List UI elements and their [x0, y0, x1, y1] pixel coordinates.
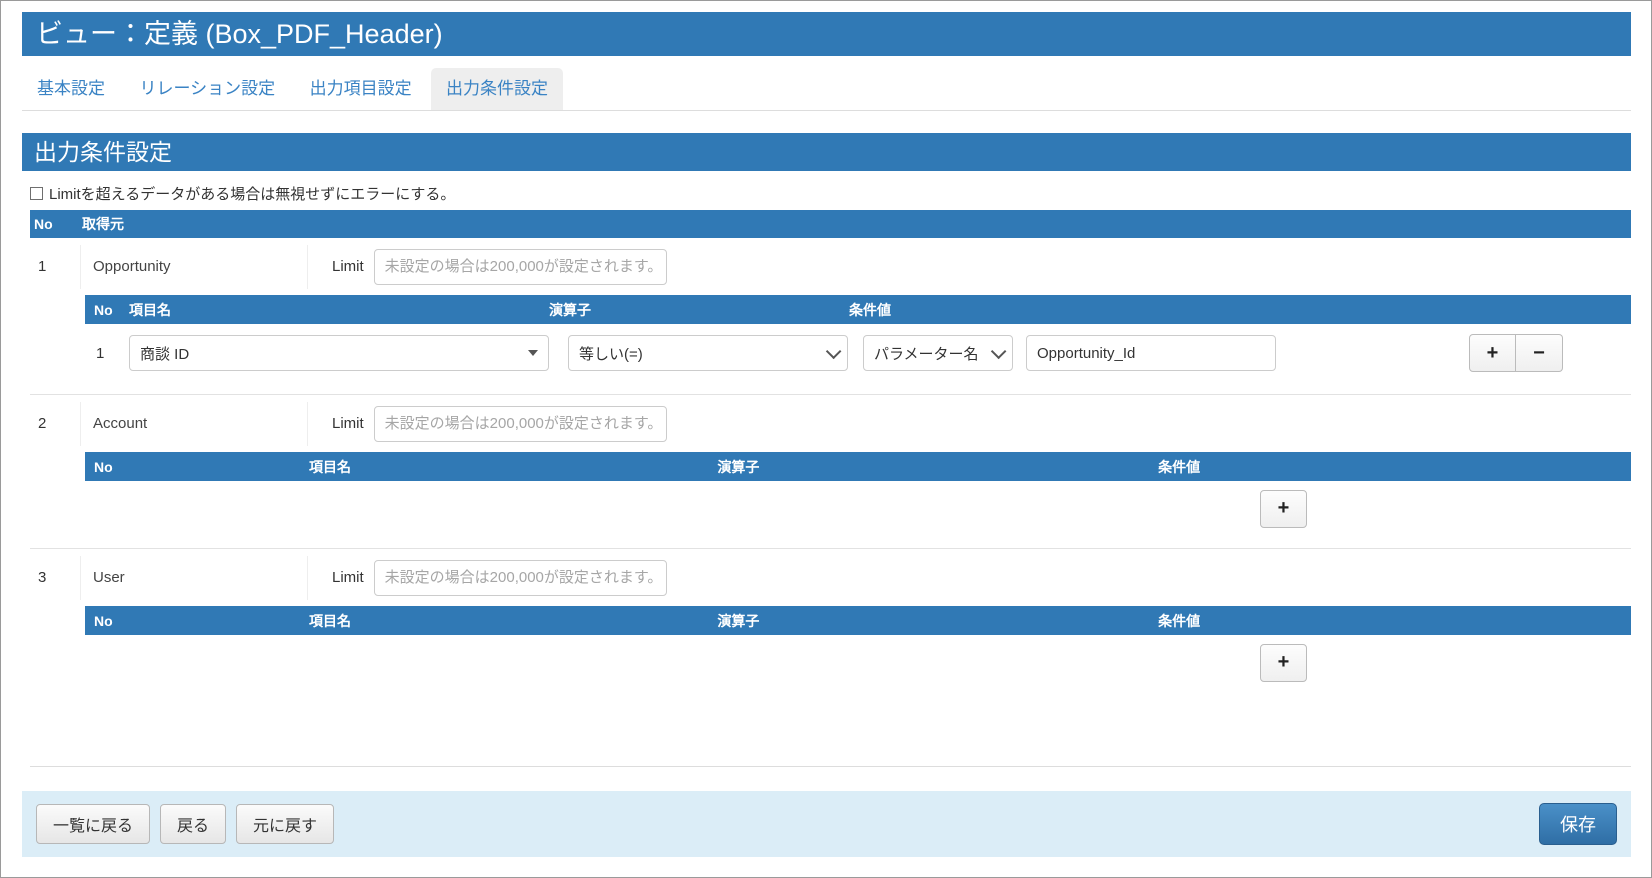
- chevron-down-icon: [991, 343, 1007, 359]
- chevron-down-icon: [826, 343, 842, 359]
- limit-input[interactable]: [374, 249, 667, 285]
- source-block: 1 Opportunity Limit No 項目名 演算子 条件値 1 商談 …: [30, 238, 1631, 395]
- condition-table-header: No 項目名 演算子 条件値: [85, 452, 1631, 481]
- condition-value-input[interactable]: [1026, 335, 1276, 371]
- source-row-name: Opportunity: [80, 245, 308, 289]
- limit-input[interactable]: [374, 560, 667, 596]
- tab-basic-settings[interactable]: 基本設定: [22, 68, 120, 110]
- column-header-value: 条件値: [1158, 457, 1631, 477]
- source-row: 3 User Limit: [30, 549, 1631, 606]
- source-table: No 取得元 1 Opportunity Limit No 項目名 演算子 条件…: [30, 210, 1631, 702]
- operator-select[interactable]: 等しい(=): [568, 335, 848, 371]
- tab-relation-settings[interactable]: リレーション設定: [124, 68, 290, 110]
- column-header-no: No: [85, 613, 309, 629]
- save-button[interactable]: 保存: [1539, 803, 1617, 845]
- footer-divider: [30, 766, 1631, 767]
- value-kind-select[interactable]: パラメーター名: [863, 335, 1013, 371]
- condition-row-buttons: + −: [1469, 334, 1563, 372]
- source-row-no: 1: [30, 258, 80, 275]
- tab-bar: 基本設定 リレーション設定 出力項目設定 出力条件設定: [22, 68, 1631, 111]
- source-table-header: No 取得元: [30, 210, 1631, 238]
- field-name-select[interactable]: 商談 ID: [129, 335, 549, 371]
- limit-label: Limit: [332, 258, 364, 275]
- column-header-operator: 演算子: [717, 457, 1158, 477]
- add-condition-button[interactable]: +: [1260, 490, 1307, 528]
- limit-error-checkbox[interactable]: [30, 187, 43, 200]
- tab-output-item-settings[interactable]: 出力項目設定: [295, 68, 427, 110]
- source-row: 1 Opportunity Limit: [30, 238, 1631, 295]
- condition-table: No 項目名 演算子 条件値 1 商談 ID 等しい(=): [85, 295, 1631, 394]
- source-row-no: 2: [30, 415, 80, 432]
- column-header-source: 取得元: [80, 214, 1631, 234]
- column-header-field: 項目名: [309, 611, 717, 631]
- page-title: ビュー：定義 (Box_PDF_Header): [22, 12, 1631, 56]
- undo-button[interactable]: 元に戻す: [236, 804, 334, 844]
- section-heading: 出力条件設定: [22, 133, 1631, 171]
- operator-select-value: 等しい(=): [579, 343, 818, 364]
- tab-output-condition-settings[interactable]: 出力条件設定: [431, 68, 563, 110]
- condition-table: No 項目名 演算子 条件値 +: [85, 606, 1631, 702]
- limit-label: Limit: [332, 569, 364, 586]
- column-header-field: 項目名: [309, 457, 717, 477]
- column-header-operator: 演算子: [717, 611, 1158, 631]
- remove-condition-button[interactable]: −: [1516, 334, 1563, 372]
- limit-label: Limit: [332, 415, 364, 432]
- limit-error-checkbox-label: Limitを超えるデータがある場合は無視せずにエラーにする。: [49, 183, 455, 204]
- condition-row: 1 商談 ID 等しい(=) パラメーター名: [85, 324, 1631, 382]
- condition-add-row: +: [85, 635, 1631, 690]
- column-header-no: No: [85, 302, 129, 318]
- column-header-value: 条件値: [849, 300, 1631, 320]
- column-header-field: 項目名: [129, 300, 549, 320]
- source-row-name: User: [80, 556, 308, 600]
- source-row-no: 3: [30, 569, 80, 586]
- column-header-no: No: [85, 459, 309, 475]
- source-block: 3 User Limit No 項目名 演算子 条件値 +: [30, 549, 1631, 702]
- value-kind-select-value: パラメーター名: [874, 343, 983, 364]
- chevron-down-icon: [528, 350, 538, 356]
- add-condition-button[interactable]: +: [1260, 644, 1307, 682]
- condition-row-no: 1: [85, 345, 129, 362]
- back-to-list-button[interactable]: 一覧に戻る: [36, 804, 150, 844]
- column-header-value: 条件値: [1158, 611, 1631, 631]
- condition-add-row: +: [85, 481, 1631, 536]
- field-name-select-value: 商談 ID: [140, 343, 520, 364]
- column-header-operator: 演算子: [549, 300, 849, 320]
- limit-input[interactable]: [374, 406, 667, 442]
- condition-table-header: No 項目名 演算子 条件値: [85, 606, 1631, 635]
- condition-table-header: No 項目名 演算子 条件値: [85, 295, 1631, 324]
- limit-error-checkbox-row[interactable]: Limitを超えるデータがある場合は無視せずにエラーにする。: [30, 182, 455, 204]
- source-row-name: Account: [80, 402, 308, 446]
- footer-toolbar: 一覧に戻る 戻る 元に戻す 保存: [22, 791, 1631, 857]
- add-condition-button[interactable]: +: [1469, 334, 1516, 372]
- back-button[interactable]: 戻る: [160, 804, 226, 844]
- view-definition-page: ビュー：定義 (Box_PDF_Header) 基本設定 リレーション設定 出力…: [0, 0, 1652, 878]
- condition-table: No 項目名 演算子 条件値 +: [85, 452, 1631, 548]
- column-header-no: No: [30, 216, 80, 232]
- source-row: 2 Account Limit: [30, 395, 1631, 452]
- source-block: 2 Account Limit No 項目名 演算子 条件値 +: [30, 395, 1631, 549]
